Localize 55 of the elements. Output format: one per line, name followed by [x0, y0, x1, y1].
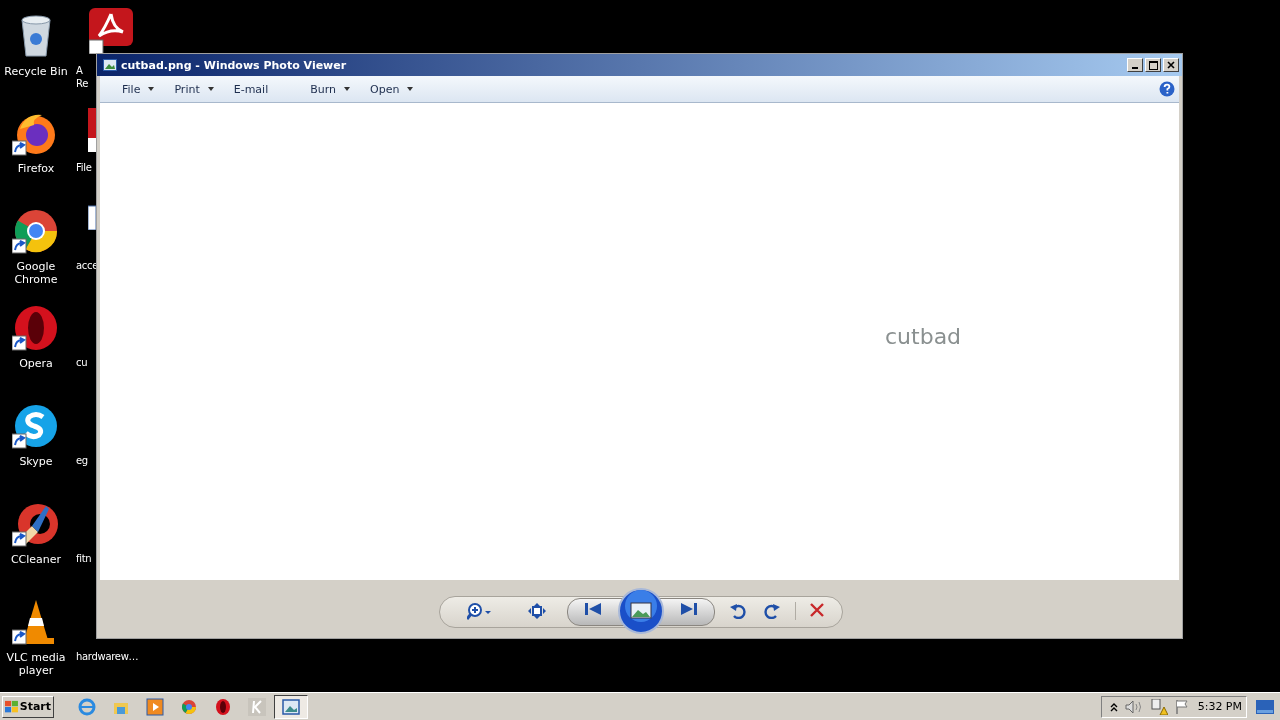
network-warning-icon[interactable] — [1150, 698, 1168, 715]
file-icon[interactable] — [88, 106, 96, 152]
icon-label: hardwarew… — [76, 650, 139, 663]
icon-label: File — [76, 161, 92, 174]
delete-icon[interactable] — [810, 603, 824, 617]
icon-label: A — [76, 64, 84, 77]
maximize-button[interactable] — [1145, 58, 1161, 72]
icon-label: CCleaner — [10, 553, 62, 566]
window-title: cutbad.png - Windows Photo Viewer — [121, 58, 347, 72]
rotate-right-icon[interactable] — [764, 603, 780, 619]
menu-item[interactable]: Open — [362, 80, 408, 98]
icon-label: Skype — [19, 455, 53, 468]
flag-icon[interactable] — [1175, 698, 1189, 715]
start-logo-icon — [5, 698, 19, 715]
caret-icon[interactable] — [344, 87, 351, 91]
image-text: cutbad — [885, 324, 962, 349]
chevron-icon[interactable] — [1110, 701, 1118, 712]
icon-label: Firefox — [17, 162, 55, 175]
menu-item[interactable]: Burn — [302, 80, 345, 98]
chrome-icon[interactable] — [12, 207, 60, 255]
icon-label: fitn — [76, 552, 92, 565]
show-desktop-icon[interactable] — [1256, 699, 1274, 714]
icon-label: VLC media — [6, 651, 66, 664]
slideshow-button[interactable] — [618, 588, 664, 634]
photo-viewer-icon — [103, 59, 117, 71]
skype-icon[interactable] — [12, 402, 60, 450]
close-button[interactable] — [1163, 58, 1179, 72]
caret-icon[interactable] — [207, 87, 214, 91]
clock: 5:32 PM — [1197, 700, 1242, 713]
caret-icon[interactable] — [148, 87, 155, 91]
menu-item[interactable]: File — [114, 80, 149, 98]
close-icon — [1167, 61, 1175, 69]
minimize-button[interactable] — [1127, 58, 1143, 72]
icon-label: player — [18, 664, 54, 677]
menu-item[interactable]: E-mail — [225, 80, 277, 98]
next-icon[interactable] — [681, 603, 697, 615]
caret-icon[interactable] — [407, 87, 414, 91]
rotate-left-icon[interactable] — [730, 603, 746, 619]
maximize-icon — [1148, 60, 1158, 70]
icon-label: Chrome — [14, 273, 58, 286]
icon-label: eg — [76, 454, 88, 467]
icon-label: Re — [76, 77, 89, 90]
icon-label: Google — [16, 260, 56, 273]
speaker-icon[interactable] — [1125, 699, 1143, 714]
photo-taskbar-icon[interactable] — [274, 694, 308, 719]
icon-label: Recycle Bin — [4, 65, 68, 78]
menu-item[interactable]: Print — [166, 80, 208, 98]
start-button[interactable]: Start — [2, 695, 54, 718]
previous-icon[interactable] — [585, 603, 601, 615]
zoom-icon[interactable] — [467, 603, 493, 621]
icon-label: Opera — [19, 357, 53, 370]
icon-label: cu — [76, 356, 88, 369]
opera-icon[interactable] — [12, 304, 60, 352]
help-icon[interactable] — [1159, 81, 1175, 97]
acrobat-icon[interactable] — [89, 8, 133, 54]
